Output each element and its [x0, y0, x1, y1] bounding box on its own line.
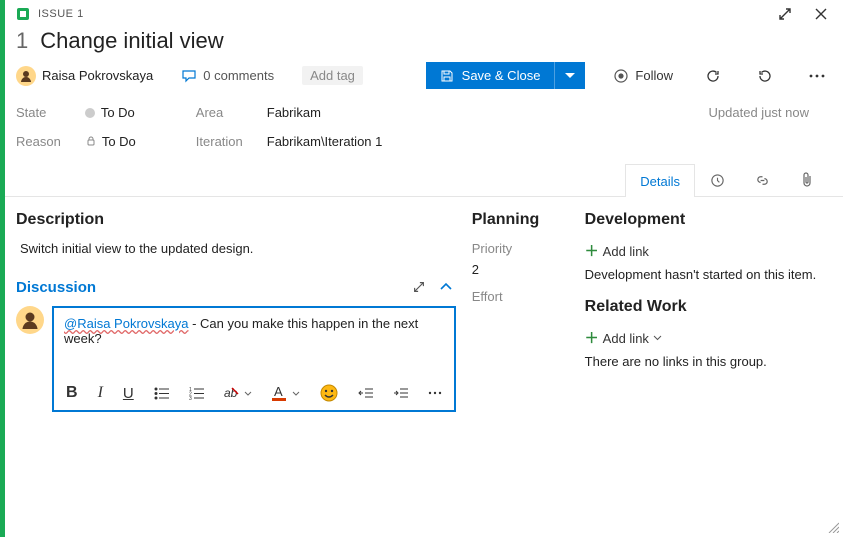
- description-heading: Description: [16, 211, 456, 229]
- close-icon[interactable]: [813, 6, 829, 22]
- related-empty-text: There are no links in this group.: [585, 354, 827, 369]
- resize-grip-icon[interactable]: [827, 521, 839, 533]
- comments-button[interactable]: 0 comments: [181, 68, 274, 84]
- fullscreen-icon[interactable]: [777, 6, 793, 22]
- assignee-name: Raisa Pokrovskaya: [42, 68, 153, 83]
- add-related-link-button[interactable]: ＋ Add link: [585, 328, 827, 348]
- expand-discussion-icon[interactable]: [408, 276, 430, 298]
- text-color-button[interactable]: A: [272, 385, 300, 401]
- follow-button[interactable]: Follow: [613, 68, 673, 84]
- iteration-label: Iteration: [196, 134, 243, 149]
- related-work-heading: Related Work: [585, 298, 827, 316]
- svg-text:A: A: [274, 385, 283, 399]
- tab-details[interactable]: Details: [625, 164, 695, 197]
- priority-value[interactable]: 2: [472, 262, 569, 277]
- plus-icon: ＋: [585, 241, 599, 261]
- development-heading: Development: [585, 211, 827, 229]
- add-tag-button[interactable]: Add tag: [302, 66, 363, 85]
- emoji-button[interactable]: [320, 384, 338, 402]
- reason-value[interactable]: To Do: [85, 134, 136, 149]
- discussion-heading: Discussion: [16, 279, 402, 296]
- collapse-discussion-icon[interactable]: [436, 278, 456, 296]
- planning-heading: Planning: [472, 211, 569, 229]
- state-value[interactable]: To Do: [85, 105, 136, 120]
- reason-label: Reason: [16, 134, 61, 149]
- chevron-down-icon: [653, 335, 662, 341]
- underline-button[interactable]: U: [123, 385, 134, 402]
- save-and-close-button[interactable]: Save & Close: [426, 62, 555, 89]
- save-button-label: Save & Close: [462, 68, 541, 83]
- save-dropdown-button[interactable]: [554, 62, 585, 89]
- area-value[interactable]: Fabrikam: [267, 105, 383, 120]
- undo-icon[interactable]: [753, 64, 777, 88]
- tab-attachments[interactable]: [785, 163, 829, 196]
- more-format-button[interactable]: [428, 391, 442, 395]
- follow-label: Follow: [635, 68, 673, 83]
- refresh-icon[interactable]: [701, 64, 725, 88]
- more-actions-icon[interactable]: [805, 70, 829, 82]
- comments-count: 0 comments: [203, 68, 274, 83]
- mention[interactable]: @Raisa Pokrovskaya: [64, 316, 188, 331]
- issue-type-icon: [16, 7, 30, 21]
- plus-icon: ＋: [585, 328, 599, 348]
- priority-label: Priority: [472, 241, 569, 256]
- add-dev-link-button[interactable]: ＋ Add link: [585, 241, 827, 261]
- italic-button[interactable]: I: [98, 384, 103, 402]
- comment-editor[interactable]: @Raisa Pokrovskaya - Can you make this h…: [52, 306, 456, 412]
- issue-title[interactable]: Change initial view: [40, 28, 223, 54]
- issue-type-label: ISSUE 1: [38, 8, 84, 20]
- indent-button[interactable]: [393, 387, 408, 399]
- tab-history[interactable]: [695, 163, 740, 196]
- state-label: State: [16, 105, 61, 120]
- development-empty-text: Development hasn't started on this item.: [585, 267, 827, 282]
- issue-number: 1: [16, 28, 28, 54]
- svg-text:ab: ab: [224, 386, 238, 400]
- bullet-list-button[interactable]: [154, 387, 169, 400]
- effort-label: Effort: [472, 289, 569, 304]
- assignee-field[interactable]: Raisa Pokrovskaya: [16, 66, 153, 86]
- current-user-avatar: [16, 306, 44, 334]
- svg-text:3: 3: [189, 396, 192, 400]
- description-text[interactable]: Switch initial view to the updated desig…: [20, 241, 456, 256]
- tab-links[interactable]: [740, 163, 785, 196]
- area-label: Area: [196, 105, 243, 120]
- bold-button[interactable]: B: [66, 384, 78, 402]
- updated-timestamp: Updated just now: [709, 105, 827, 149]
- avatar: [16, 66, 36, 86]
- iteration-value[interactable]: Fabrikam\Iteration 1: [267, 134, 383, 149]
- outdent-button[interactable]: [358, 387, 373, 399]
- numbered-list-button[interactable]: 123: [189, 387, 204, 400]
- clear-format-button[interactable]: ab: [224, 386, 252, 400]
